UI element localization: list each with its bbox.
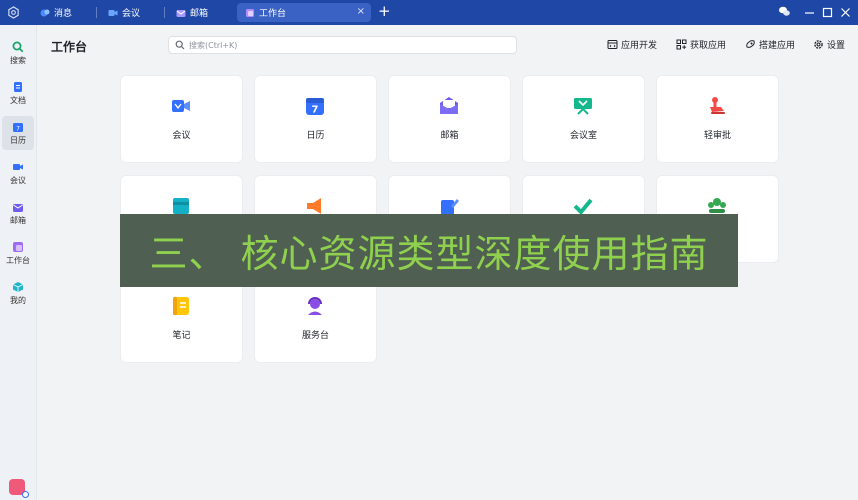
app-logo-icon[interactable]	[7, 6, 20, 19]
megaphone-icon	[307, 198, 321, 214]
team-icon	[708, 198, 726, 213]
sidebar-item-label: 搜索	[10, 55, 26, 65]
sidebar-item-mail[interactable]: 邮箱	[2, 196, 34, 230]
tab-label: 邮箱	[190, 9, 209, 19]
app-card-label: 会议室	[569, 131, 597, 141]
wechat-icon[interactable]	[778, 5, 791, 18]
sidebar-item-label: 会议	[10, 175, 26, 185]
new-tab-button[interactable]: +	[378, 3, 391, 20]
helpdesk-icon	[308, 297, 322, 315]
app-card-calendar[interactable]: 7 日历	[255, 76, 376, 162]
app-card-label: 会议	[172, 131, 191, 141]
video-meeting-icon	[172, 100, 190, 112]
check-icon	[573, 198, 593, 215]
status-indicator	[22, 491, 29, 498]
gear-icon	[814, 40, 823, 49]
mail-icon	[440, 97, 458, 114]
build-app-icon	[746, 40, 755, 48]
app-card-label: 笔记	[172, 331, 191, 341]
sidebar-item-me[interactable]: 我的	[2, 276, 34, 310]
tab-messages[interactable]: 消息	[40, 3, 72, 22]
sidebar-item-meetings[interactable]: 会议	[2, 156, 34, 190]
sidebar-item-calendar[interactable]: 7 日历	[2, 116, 34, 150]
app-card-notes[interactable]: 笔记	[121, 276, 242, 362]
close-window-icon[interactable]	[840, 7, 851, 18]
app-icon	[173, 198, 189, 214]
tab-divider	[96, 7, 97, 18]
app-card-helpdesk[interactable]: 服务台	[255, 276, 376, 362]
app-card-meeting[interactable]: 会议	[121, 76, 242, 162]
sidebar-item-docs[interactable]: 文档	[2, 76, 34, 110]
video-meeting-icon	[13, 163, 23, 170]
svg-text:7: 7	[312, 105, 319, 116]
maximize-icon[interactable]	[822, 7, 833, 18]
mail-icon	[13, 203, 23, 212]
svg-text:7: 7	[16, 125, 20, 132]
app-card-label: 服务台	[301, 331, 329, 341]
search-placeholder: 搜索(Ctrl+K)	[189, 40, 238, 50]
docs-icon	[14, 81, 22, 92]
tab-label: 工作台	[259, 9, 287, 19]
sidebar-item-workplace[interactable]: 工作台	[2, 236, 34, 270]
app-card-meeting-room[interactable]: 会议室	[523, 76, 644, 162]
search-input[interactable]: 搜索(Ctrl+K)	[168, 36, 517, 54]
meeting-room-icon	[574, 98, 592, 115]
title-bar: 消息 会议 邮箱 工作台 × +	[0, 0, 858, 25]
sidebar-item-label: 邮箱	[10, 215, 26, 225]
app-dev-icon	[607, 40, 618, 49]
get-apps-icon	[676, 39, 687, 50]
sidebar-item-label: 日历	[10, 135, 26, 145]
sidebar-item-label: 文档	[10, 95, 26, 105]
settings-button[interactable]: 设置	[813, 38, 845, 51]
workplace-icon	[246, 8, 254, 17]
stamp-icon	[710, 97, 725, 114]
left-sidebar: 搜索 文档 7 日历 会议 邮箱 工作台 我的	[0, 25, 37, 500]
minimize-icon[interactable]	[804, 7, 815, 18]
sidebar-item-label: 我的	[10, 295, 26, 305]
tab-workplace[interactable]: 工作台 ×	[237, 3, 371, 22]
tool-label: 获取应用	[690, 41, 727, 51]
tab-divider	[164, 7, 165, 18]
build-app-button[interactable]: 搭建应用	[745, 38, 795, 51]
banner-text: 三、 核心资源类型深度使用指南	[149, 232, 709, 276]
tab-label: 会议	[122, 9, 141, 19]
tab-label: 消息	[54, 9, 73, 19]
calendar-icon: 7	[13, 122, 23, 132]
search-icon	[12, 41, 24, 52]
app-card-approval[interactable]: 轻审批	[657, 76, 778, 162]
overlay-banner: 三、 核心资源类型深度使用指南	[120, 214, 738, 287]
page-title: 工作台	[51, 40, 88, 54]
app-card-label: 日历	[306, 131, 325, 141]
video-meeting-icon	[108, 9, 118, 16]
close-tab-icon[interactable]: ×	[357, 6, 365, 17]
sidebar-item-label: 工作台	[6, 255, 30, 265]
tab-meetings[interactable]: 会议	[108, 3, 140, 22]
search-icon	[175, 40, 185, 50]
get-apps-button[interactable]: 获取应用	[676, 38, 726, 51]
calendar-icon: 7	[306, 98, 324, 116]
tool-label: 设置	[827, 41, 846, 51]
notebook-icon	[173, 297, 189, 315]
tab-mail[interactable]: 邮箱	[176, 3, 208, 22]
app-card-label: 邮箱	[440, 131, 459, 141]
app-dev-button[interactable]: 应用开发	[607, 38, 657, 51]
mail-icon	[176, 9, 186, 17]
tool-label: 搭建应用	[759, 41, 796, 51]
edit-doc-icon	[441, 199, 459, 215]
app-card-mail[interactable]: 邮箱	[389, 76, 510, 162]
cube-icon	[12, 281, 24, 292]
tool-label: 应用开发	[621, 41, 658, 51]
message-icon	[40, 9, 50, 16]
app-card-label: 轻审批	[703, 131, 731, 141]
sidebar-item-search[interactable]: 搜索	[2, 36, 34, 70]
workplace-icon	[13, 241, 23, 252]
